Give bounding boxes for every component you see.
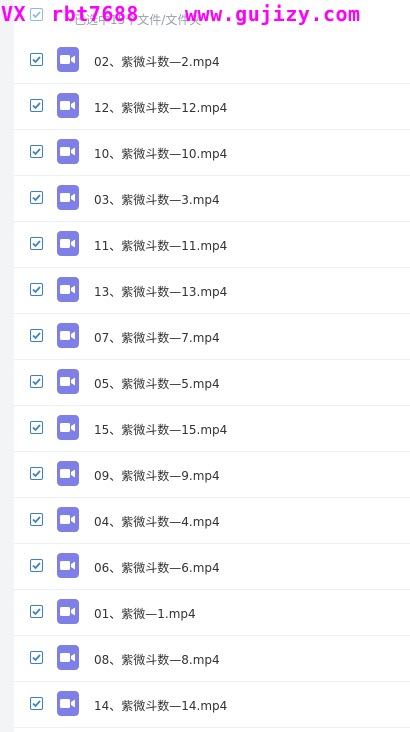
file-checkbox[interactable]	[30, 467, 43, 480]
file-name[interactable]: 02、紫微斗数—2.mp4	[94, 53, 220, 70]
file-row[interactable]: 06、紫微斗数—6.mp4	[14, 544, 410, 590]
file-row[interactable]: 01、紫微—1.mp4	[14, 590, 410, 636]
video-file-icon	[57, 185, 79, 210]
file-list: 02、紫微斗数—2.mp4 12、紫微斗数—12.mp4 10、紫微斗数—10.mp…	[14, 38, 410, 728]
file-name[interactable]: 01、紫微—1.mp4	[94, 605, 196, 622]
video-file-icon	[57, 415, 79, 440]
check-icon	[32, 608, 41, 616]
file-row[interactable]: 04、紫微斗数—4.mp4	[14, 498, 410, 544]
file-checkbox[interactable]	[30, 697, 43, 710]
file-row[interactable]: 03、紫微斗数—3.mp4	[14, 176, 410, 222]
file-name[interactable]: 10、紫微斗数—10.mp4	[94, 145, 227, 162]
file-name[interactable]: 11、紫微斗数—11.mp4	[94, 237, 227, 254]
video-file-icon	[57, 231, 79, 256]
file-name[interactable]: 06、紫微斗数—6.mp4	[94, 559, 220, 576]
check-icon	[32, 102, 41, 110]
check-icon	[32, 148, 41, 156]
file-name[interactable]: 14、紫微斗数—14.mp4	[94, 697, 227, 714]
video-file-icon	[57, 93, 79, 118]
video-camera-icon	[60, 515, 75, 524]
video-camera-icon	[60, 377, 75, 386]
check-icon	[32, 700, 41, 708]
file-checkbox[interactable]	[30, 283, 43, 296]
video-camera-icon	[60, 101, 75, 110]
file-checkbox[interactable]	[30, 53, 43, 66]
video-camera-icon	[60, 285, 75, 294]
file-name[interactable]: 09、紫微斗数—9.mp4	[94, 467, 220, 484]
video-camera-icon	[60, 239, 75, 248]
file-row[interactable]: 10、紫微斗数—10.mp4	[14, 130, 410, 176]
file-row[interactable]: 05、紫微斗数—5.mp4	[14, 360, 410, 406]
file-name[interactable]: 15、紫微斗数—15.mp4	[94, 421, 227, 438]
video-file-icon	[57, 47, 79, 72]
file-checkbox[interactable]	[30, 237, 43, 250]
video-file-icon	[57, 553, 79, 578]
file-row[interactable]: 13、紫微斗数—13.mp4	[14, 268, 410, 314]
file-name[interactable]: 04、紫微斗数—4.mp4	[94, 513, 220, 530]
video-file-icon	[57, 645, 79, 670]
file-checkbox[interactable]	[30, 99, 43, 112]
check-icon	[32, 332, 41, 340]
check-icon	[32, 240, 41, 248]
file-name[interactable]: 08、紫微斗数—8.mp4	[94, 651, 220, 668]
video-camera-icon	[60, 469, 75, 478]
video-file-icon	[57, 507, 79, 532]
file-checkbox[interactable]	[30, 421, 43, 434]
video-file-icon	[57, 323, 79, 348]
check-icon	[32, 654, 41, 662]
video-camera-icon	[60, 653, 75, 662]
video-camera-icon	[60, 331, 75, 340]
file-name[interactable]: 13、紫微斗数—13.mp4	[94, 283, 227, 300]
check-icon	[32, 378, 41, 386]
watermark-text-left: VX rbt7688	[1, 2, 139, 26]
file-row[interactable]: 08、紫微斗数—8.mp4	[14, 636, 410, 682]
file-name[interactable]: 12、紫微斗数—12.mp4	[94, 99, 227, 116]
file-name[interactable]: 03、紫微斗数—3.mp4	[94, 191, 220, 208]
file-name[interactable]: 07、紫微斗数—7.mp4	[94, 329, 220, 346]
file-checkbox[interactable]	[30, 375, 43, 388]
check-icon	[32, 562, 41, 570]
file-checkbox[interactable]	[30, 513, 43, 526]
file-row[interactable]: 09、紫微斗数—9.mp4	[14, 452, 410, 498]
video-file-icon	[57, 369, 79, 394]
check-icon	[32, 286, 41, 294]
video-file-icon	[57, 599, 79, 624]
watermark-overlay: VX rbt7688 www.gujizy.com	[0, 2, 410, 32]
video-file-icon	[57, 691, 79, 716]
file-checkbox[interactable]	[30, 605, 43, 618]
check-icon	[32, 194, 41, 202]
file-checkbox[interactable]	[30, 651, 43, 664]
file-row[interactable]: 15、紫微斗数—15.mp4	[14, 406, 410, 452]
file-checkbox[interactable]	[30, 329, 43, 342]
video-camera-icon	[60, 699, 75, 708]
file-row[interactable]: 11、紫微斗数—11.mp4	[14, 222, 410, 268]
check-icon	[32, 516, 41, 524]
file-row[interactable]: 12、紫微斗数—12.mp4	[14, 84, 410, 130]
file-row[interactable]: 07、紫微斗数—7.mp4	[14, 314, 410, 360]
video-camera-icon	[60, 561, 75, 570]
check-icon	[32, 470, 41, 478]
file-row[interactable]: 14、紫微斗数—14.mp4	[14, 682, 410, 728]
video-camera-icon	[60, 147, 75, 156]
video-camera-icon	[60, 55, 75, 64]
check-icon	[32, 424, 41, 432]
video-file-icon	[57, 139, 79, 164]
check-icon	[32, 56, 41, 64]
video-camera-icon	[60, 193, 75, 202]
video-file-icon	[57, 461, 79, 486]
video-camera-icon	[60, 423, 75, 432]
file-name[interactable]: 05、紫微斗数—5.mp4	[94, 375, 220, 392]
video-file-icon	[57, 277, 79, 302]
video-camera-icon	[60, 607, 75, 616]
file-checkbox[interactable]	[30, 145, 43, 158]
file-checkbox[interactable]	[30, 191, 43, 204]
watermark-text-right: www.gujizy.com	[185, 2, 361, 26]
file-row[interactable]: 02、紫微斗数—2.mp4	[14, 38, 410, 84]
file-checkbox[interactable]	[30, 559, 43, 572]
